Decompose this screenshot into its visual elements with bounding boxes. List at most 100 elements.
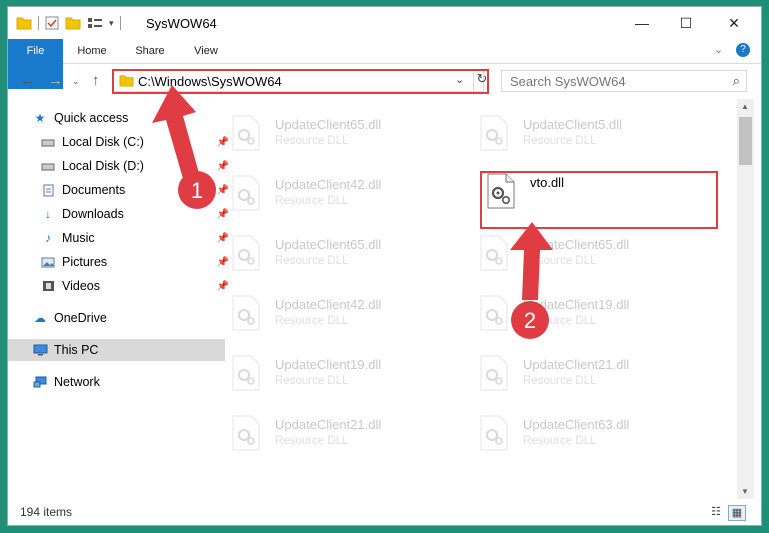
file-name: UpdateClient65.dll bbox=[523, 237, 630, 252]
dll-file-icon bbox=[480, 235, 508, 271]
toolbar-divider bbox=[38, 16, 39, 30]
sidebar-item-label: Network bbox=[54, 375, 100, 389]
title-bar: ▾ SysWOW64 — ☐ ✕ bbox=[8, 7, 761, 39]
file-name: UpdateClient65.dll bbox=[275, 117, 382, 132]
sidebar-item-label: Videos bbox=[62, 279, 100, 293]
forward-button[interactable]: → bbox=[48, 72, 63, 89]
sidebar-item-quick-access[interactable]: ★ Quick access bbox=[8, 107, 225, 129]
pictures-icon bbox=[40, 255, 56, 269]
file-name: UpdateClient21.dll bbox=[275, 417, 382, 432]
file-type: Resource DLL bbox=[275, 195, 349, 207]
dll-file-icon bbox=[480, 115, 508, 151]
window-title: SysWOW64 bbox=[146, 16, 217, 31]
search-box[interactable]: ⌕ bbox=[501, 70, 747, 92]
chevron-down-icon[interactable]: ▾ bbox=[109, 18, 114, 29]
file-list: UpdateClient65.dll Resource DLL UpdateCl… bbox=[215, 99, 739, 499]
properties-icon[interactable] bbox=[45, 16, 59, 30]
status-bar: 194 items ☷ ▦ bbox=[8, 499, 761, 525]
search-icon[interactable]: ⌕ bbox=[733, 73, 740, 89]
folder-icon bbox=[119, 75, 134, 87]
star-icon: ★ bbox=[34, 111, 46, 125]
customize-view-icon[interactable] bbox=[87, 16, 103, 30]
file-item[interactable]: UpdateClient65.dll Resource DLL bbox=[463, 225, 693, 275]
search-input[interactable] bbox=[508, 73, 722, 90]
network-icon bbox=[32, 375, 48, 389]
sidebar-item-label: Music bbox=[62, 231, 95, 245]
explorer-window: ▾ SysWOW64 — ☐ ✕ File Home Share View ⌄ … bbox=[7, 6, 762, 526]
address-path[interactable]: C:\Windows\SysWOW64 bbox=[138, 74, 282, 89]
file-item[interactable]: UpdateClient21.dll Resource DLL bbox=[463, 345, 693, 395]
address-bar[interactable]: C:\Windows\SysWOW64 ⌄ ↻ bbox=[112, 70, 487, 92]
help-icon[interactable]: ? bbox=[736, 43, 750, 57]
sidebar-item-network[interactable]: Network bbox=[8, 371, 225, 393]
tab-share[interactable]: Share bbox=[128, 39, 172, 63]
close-button[interactable]: ✕ bbox=[711, 7, 757, 39]
sidebar-item-label: Pictures bbox=[62, 255, 108, 269]
new-folder-icon[interactable] bbox=[65, 16, 81, 30]
up-button[interactable]: ↑ bbox=[92, 72, 100, 89]
file-name: UpdateClient21.dll bbox=[523, 357, 630, 372]
file-type: Resource DLL bbox=[523, 255, 597, 267]
file-item[interactable]: UpdateClient5.dll Resource DLL bbox=[463, 105, 693, 155]
scrollbar-thumb[interactable] bbox=[739, 117, 752, 165]
file-item[interactable]: UpdateClient19.dll Resource DLL bbox=[463, 285, 693, 335]
sidebar-item-pictures[interactable]: Pictures 📌 bbox=[8, 251, 233, 273]
file-highlight-box bbox=[480, 171, 718, 229]
maximize-button[interactable]: ☐ bbox=[663, 7, 709, 39]
file-item[interactable]: UpdateClient42.dll Resource DLL bbox=[215, 165, 445, 215]
expand-ribbon-icon[interactable]: ⌄ bbox=[714, 43, 723, 56]
file-name: UpdateClient63.dll bbox=[523, 417, 630, 432]
file-type: Resource DLL bbox=[275, 435, 349, 447]
sidebar-item-downloads[interactable]: ↓ Downloads 📌 bbox=[8, 203, 233, 225]
dll-file-icon bbox=[480, 355, 508, 391]
dll-file-icon bbox=[232, 235, 260, 271]
file-item[interactable]: UpdateClient63.dll Resource DLL bbox=[463, 405, 693, 455]
address-row: ← → ⌄ ↑ C:\Windows\SysWOW64 ⌄ ↻ ⌕ bbox=[8, 64, 761, 98]
sidebar-item-label: This PC bbox=[54, 343, 99, 357]
file-item[interactable]: UpdateClient65.dll Resource DLL bbox=[215, 225, 445, 275]
file-name: UpdateClient42.dll bbox=[275, 177, 382, 192]
documents-icon bbox=[40, 183, 56, 197]
file-type: Resource DLL bbox=[523, 315, 597, 327]
sidebar-item-documents[interactable]: Documents 📌 bbox=[8, 179, 233, 201]
recent-locations-button[interactable]: ⌄ bbox=[72, 76, 80, 87]
scroll-down-icon[interactable]: ▼ bbox=[741, 487, 749, 496]
toolbar-divider bbox=[119, 16, 121, 30]
tab-home[interactable]: Home bbox=[70, 39, 114, 63]
sidebar-item-label: Quick access bbox=[54, 111, 129, 125]
drive-icon bbox=[40, 135, 56, 149]
file-name: UpdateClient19.dll bbox=[275, 357, 382, 372]
dll-file-icon bbox=[480, 295, 508, 331]
details-view-icon[interactable]: ☷ bbox=[708, 505, 724, 519]
file-type: Resource DLL bbox=[523, 135, 597, 147]
back-button[interactable]: ← bbox=[20, 72, 35, 89]
file-item[interactable]: UpdateClient65.dll Resource DLL bbox=[215, 105, 445, 155]
file-item[interactable]: UpdateClient42.dll Resource DLL bbox=[215, 285, 445, 335]
large-icons-view-icon[interactable]: ▦ bbox=[728, 505, 746, 521]
file-type: Resource DLL bbox=[523, 435, 597, 447]
refresh-button[interactable]: ↻ bbox=[473, 71, 488, 91]
maximize-icon: ☐ bbox=[679, 14, 693, 31]
file-name: UpdateClient5.dll bbox=[523, 117, 623, 132]
file-type: Resource DLL bbox=[275, 255, 349, 267]
file-name: UpdateClient42.dll bbox=[275, 297, 382, 312]
navigation-pane: ★ Quick access Local Disk (C:) 📌 Local D… bbox=[8, 99, 229, 489]
dll-file-icon bbox=[232, 175, 260, 211]
vertical-scrollbar[interactable]: ▲ ▼ bbox=[737, 99, 754, 499]
sidebar-item-local-disk-c[interactable]: Local Disk (C:) 📌 bbox=[8, 131, 233, 153]
scroll-up-icon[interactable]: ▲ bbox=[741, 102, 749, 111]
sidebar-item-this-pc[interactable]: This PC bbox=[8, 339, 225, 361]
file-item[interactable]: UpdateClient21.dll Resource DLL bbox=[215, 405, 445, 455]
minimize-button[interactable]: — bbox=[619, 7, 665, 39]
file-item[interactable]: UpdateClient19.dll Resource DLL bbox=[215, 345, 445, 395]
computer-icon bbox=[32, 343, 48, 357]
dll-file-icon bbox=[232, 115, 260, 151]
sidebar-item-local-disk-d[interactable]: Local Disk (D:) 📌 bbox=[8, 155, 233, 177]
sidebar-item-videos[interactable]: Videos 📌 bbox=[8, 275, 233, 297]
sidebar-item-onedrive[interactable]: ☁ OneDrive bbox=[8, 307, 225, 329]
sidebar-item-music[interactable]: ♪ Music 📌 bbox=[8, 227, 233, 249]
close-icon: ✕ bbox=[728, 14, 740, 31]
tab-view[interactable]: View bbox=[184, 39, 228, 63]
folder-icon[interactable] bbox=[16, 16, 32, 30]
chevron-down-icon[interactable]: ⌄ bbox=[455, 73, 464, 86]
